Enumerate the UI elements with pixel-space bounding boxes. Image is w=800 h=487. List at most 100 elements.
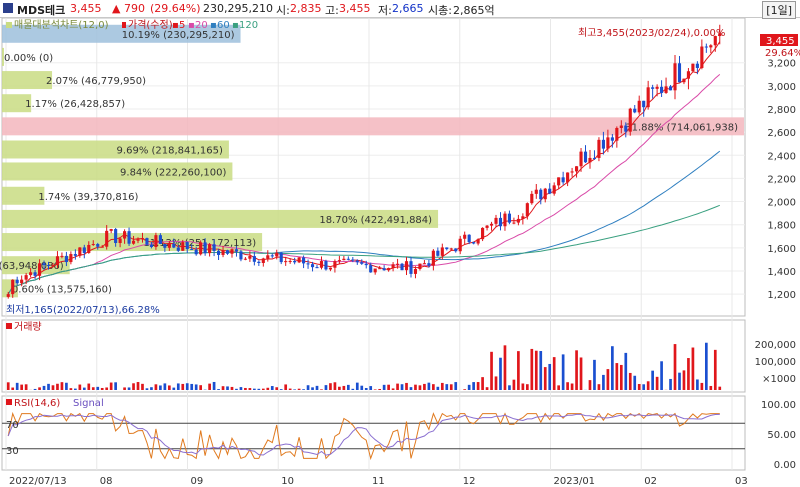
volume-bar [503, 345, 507, 390]
candle-body [261, 258, 265, 263]
candle-body [221, 250, 225, 255]
candle-body [319, 261, 324, 268]
volume-bar [400, 384, 404, 390]
volume-bar [123, 387, 126, 390]
last-price-tag: 3,455 [766, 36, 795, 47]
candle-body [225, 250, 230, 254]
volume-profile-bar [2, 71, 53, 90]
legend-ma60-mark: ▪ [210, 20, 217, 31]
volume-bar [432, 384, 435, 390]
candle-body [485, 225, 489, 228]
header-bar: MDS테크 3,455 ▲ 790 (29.64%) 230,295,210 시… [0, 0, 800, 19]
candle-body [476, 239, 480, 244]
candle-body [642, 100, 646, 108]
candle-body [458, 238, 462, 252]
candle-body [275, 252, 279, 257]
volume-bar [678, 372, 681, 390]
candle-body [427, 263, 431, 266]
candle-body [503, 213, 507, 227]
volume-bar [266, 387, 270, 390]
candle-body [190, 249, 194, 251]
candle-body [440, 247, 444, 256]
volume-bar [100, 387, 104, 390]
volume-bar [423, 383, 426, 390]
candle-body [42, 263, 46, 266]
volume-bar [508, 385, 511, 390]
candle-body [333, 261, 337, 268]
legend-ma120: 120 [239, 20, 258, 31]
candle-body [677, 63, 682, 83]
candle-body [579, 151, 583, 167]
x-tick-label: 09 [191, 476, 204, 487]
legend-ma20: 20 [195, 20, 208, 31]
candle-body [136, 239, 140, 241]
candle-body [337, 260, 341, 262]
volume-bar [696, 379, 699, 390]
candle-body [140, 238, 145, 240]
volume-bar [33, 388, 37, 390]
rsi-panel-title: RSI(14,6) [14, 398, 60, 409]
volume-bar [619, 364, 623, 390]
candle-body [391, 264, 395, 269]
volume-bar [512, 379, 516, 390]
volume-bar [65, 382, 68, 390]
candle-body [530, 193, 534, 204]
low-label: 저: [378, 4, 392, 17]
candle-body [230, 249, 234, 254]
volume-bar [230, 386, 234, 390]
price-tick-label: 3,200 [767, 59, 796, 70]
volume-bar [687, 358, 690, 390]
volume-bar [11, 387, 15, 390]
low-value: 2,665 [392, 2, 424, 15]
candle-body [409, 261, 413, 274]
x-tick-label: 10 [281, 476, 294, 487]
legend-price: 가격(수정) [128, 18, 173, 31]
candle-body [69, 254, 73, 263]
candle-body [158, 235, 162, 244]
candle-body [552, 185, 556, 194]
high-label: 고: [325, 4, 339, 17]
volume-tick-label: 100,000 [755, 357, 796, 368]
volume-bar [163, 383, 167, 390]
volume-bar [302, 389, 305, 390]
volume-bar [530, 348, 534, 390]
candle-body [525, 203, 529, 217]
period-button[interactable]: [1일] [762, 1, 796, 19]
candle-body [691, 63, 695, 72]
volume-bar [713, 349, 717, 390]
candle-body [203, 242, 207, 254]
stock-chart[interactable]: 10.19% (230,295,210) 0.00% (0) 2.07% (46,7… [0, 18, 800, 487]
candle-body [498, 217, 503, 227]
legend-ma60: 60 [217, 20, 230, 31]
volume-bar [463, 389, 467, 390]
price-tick-label: 2,400 [767, 151, 796, 162]
volume-bar [194, 384, 198, 390]
candle-body [306, 263, 310, 265]
volume-bar [279, 389, 283, 390]
volume-bar [709, 385, 713, 390]
volume-bar [440, 382, 444, 390]
volume-bar [467, 384, 471, 390]
candle-body [55, 256, 60, 266]
volume-bar [105, 387, 109, 390]
volume-bar [248, 388, 252, 390]
candle-body [279, 252, 283, 263]
volume-bar [597, 384, 601, 390]
candle-body [615, 127, 619, 141]
volume-bar [145, 388, 149, 390]
stock-name[interactable]: MDS테크 [17, 2, 65, 18]
candle-body [315, 267, 319, 269]
volume-bar [56, 383, 59, 390]
candle-body [664, 86, 668, 93]
volume-bar [159, 385, 162, 390]
volume-bar [293, 389, 296, 390]
volume-bar [651, 370, 654, 390]
candle-body [51, 265, 55, 267]
volume-bar [378, 388, 382, 390]
candle-body [395, 263, 400, 265]
rsi-tick-label: 100.00 [761, 400, 796, 411]
volume-profile-label: 1.17% (26,428,857) [25, 99, 125, 110]
candle-body [646, 87, 650, 108]
candle-body [302, 257, 306, 264]
price-tick-label: 1,800 [767, 221, 796, 232]
